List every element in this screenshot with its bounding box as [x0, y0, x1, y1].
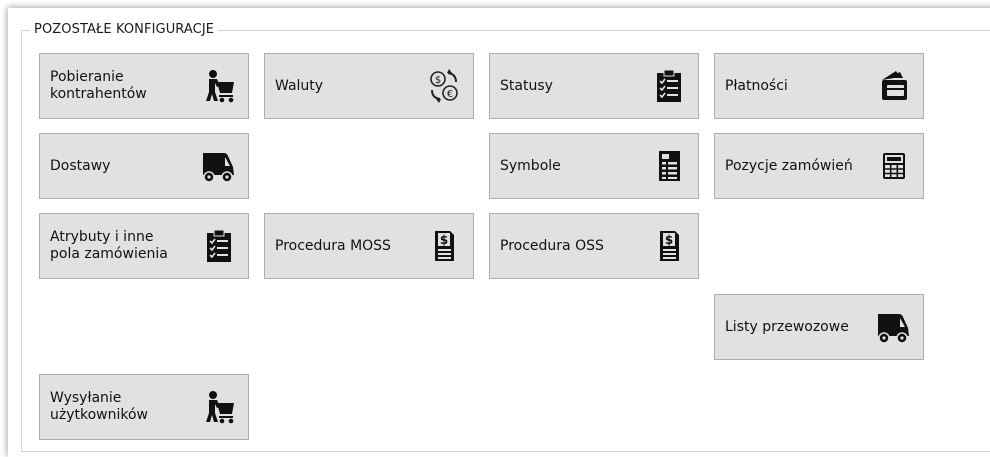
delivery-truck-icon — [875, 308, 913, 346]
button-label: Dostawy — [50, 157, 111, 174]
button-label: Pobieranie kontrahentów — [50, 69, 147, 102]
statusy-button[interactable]: Statusy — [489, 53, 699, 119]
button-label: Listy przewozowe — [725, 318, 849, 335]
pozycje-zamowien-button[interactable]: Pozycje zamówień — [714, 133, 924, 199]
atrybuty-button[interactable]: Atrybuty i inne pola zamówienia — [39, 213, 249, 279]
delivery-truck-icon — [200, 147, 238, 185]
wallet-icon — [875, 67, 913, 105]
waluty-button[interactable]: Waluty $ € — [264, 53, 474, 119]
dostawy-button[interactable]: Dostawy — [39, 133, 249, 199]
svg-text:€: € — [447, 89, 453, 100]
svg-text:$: $ — [435, 75, 441, 86]
group-title: POZOSTAŁE KONFIGURACJE — [30, 22, 219, 37]
clipboard-checklist-icon — [200, 227, 238, 265]
dollar-document-icon: $ — [650, 227, 688, 265]
wysylanie-uzytkownikow-button[interactable]: Wysyłanie użytkowników — [39, 374, 249, 440]
button-label: Statusy — [500, 77, 553, 94]
procedura-moss-button[interactable]: Procedura MOSS $ — [264, 213, 474, 279]
document-list-icon — [650, 147, 688, 185]
dollar-document-icon: $ — [425, 227, 463, 265]
clipboard-checklist-icon — [650, 67, 688, 105]
button-label: Atrybuty i inne pola zamówienia — [50, 229, 168, 262]
procedura-oss-button[interactable]: Procedura OSS $ — [489, 213, 699, 279]
listy-przewozowe-button[interactable]: Listy przewozowe — [714, 294, 924, 360]
person-cart-icon — [200, 388, 238, 426]
button-label: Wysyłanie użytkowników — [50, 390, 149, 423]
pobieranie-kontrahentow-button[interactable]: Pobieranie kontrahentów — [39, 53, 249, 119]
symbole-button[interactable]: Symbole — [489, 133, 699, 199]
calculator-icon — [875, 147, 913, 185]
platnosci-button[interactable]: Płatności — [714, 53, 924, 119]
person-cart-icon — [200, 67, 238, 105]
svg-text:$: $ — [440, 233, 448, 247]
currency-exchange-icon: $ € — [425, 67, 463, 105]
button-label: Procedura MOSS — [275, 237, 391, 254]
button-label: Waluty — [275, 77, 324, 94]
button-label: Płatności — [725, 77, 788, 94]
button-label: Pozycje zamówień — [725, 157, 853, 174]
svg-text:$: $ — [665, 233, 673, 247]
button-label: Procedura OSS — [500, 237, 604, 254]
button-label: Symbole — [500, 157, 561, 174]
page-background: POZOSTAŁE KONFIGURACJE Pobieranie kontra… — [0, 0, 990, 457]
